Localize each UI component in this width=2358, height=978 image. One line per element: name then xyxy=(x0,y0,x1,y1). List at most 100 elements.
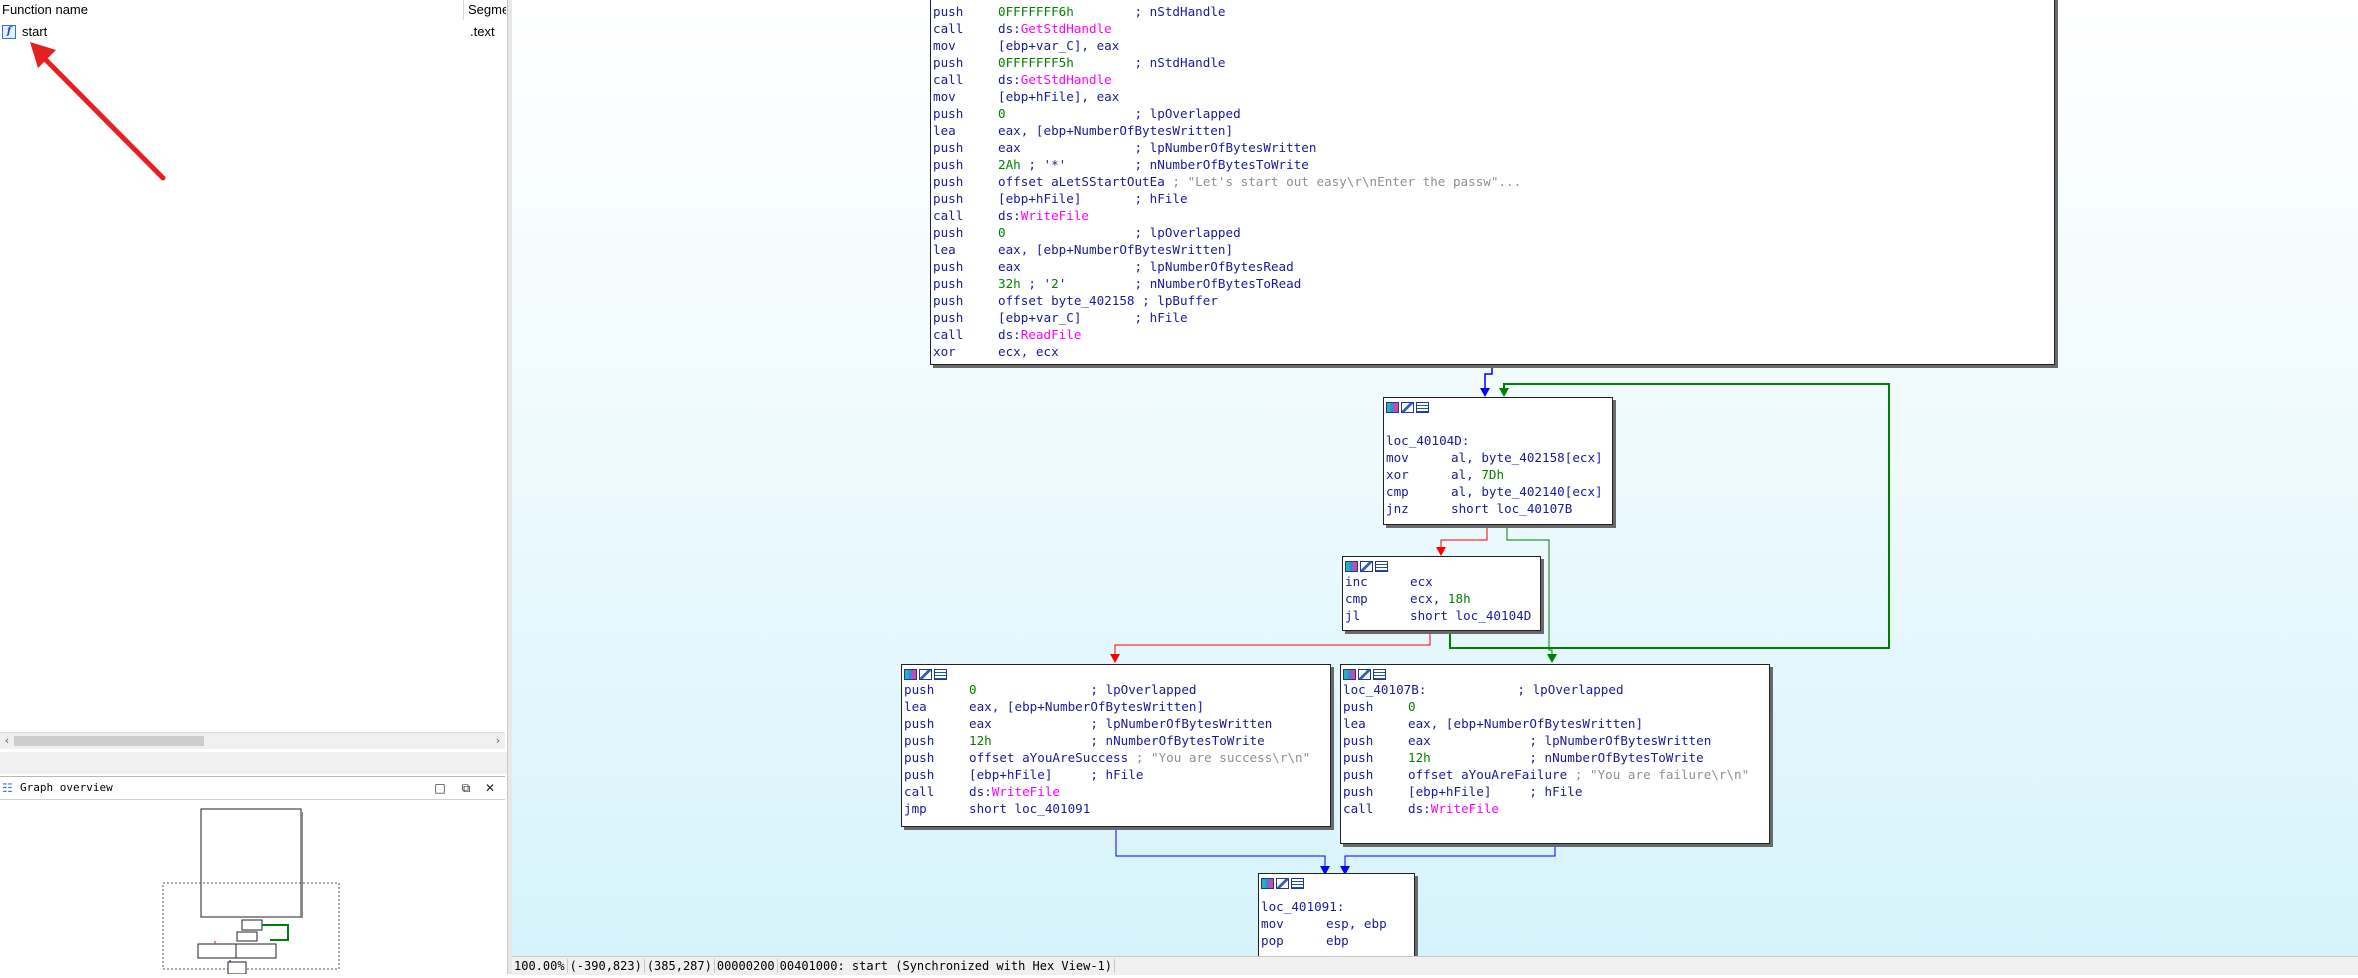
code-block-loc-40104D[interactable]: loc_40104D: mov al, byte_402158[ecx] xor al,… xyxy=(1383,397,1613,525)
asm-line[interactable]: pop ebp xyxy=(1261,932,1414,949)
asm-line[interactable]: push eax ; lpNumberOfBytesWritten xyxy=(933,139,2054,156)
asm-line[interactable]: jnz short loc_40107B xyxy=(1386,500,1612,517)
asm-line[interactable]: lea eax, [ebp+NumberOfBytesWritten] xyxy=(1343,715,1769,732)
asm-line[interactable]: loc_40107B: ; lpOverlapped xyxy=(1343,681,1769,698)
asm-comment: ; "You are failure\r\n" xyxy=(1574,767,1750,782)
graph-color-icon[interactable] xyxy=(1343,669,1356,680)
asm-line[interactable]: push 0 xyxy=(1343,698,1769,715)
asm-mnemonic: push xyxy=(904,682,935,697)
graph-edit-icon[interactable] xyxy=(1276,878,1289,889)
asm-line[interactable]: push offset aLetSStartOutEa ; "Let's star… xyxy=(933,173,2054,190)
asm-mnemonic: lea xyxy=(933,123,956,138)
asm-operand: ds: xyxy=(1408,801,1431,816)
asm-line[interactable]: xor al, 7Dh xyxy=(1386,466,1612,483)
asm-operand: ecx, 18h xyxy=(1410,591,1471,606)
asm-line[interactable]: jl short loc_40104D xyxy=(1345,607,1540,624)
asm-line[interactable]: push offset aYouAreSuccess ; "You are suc… xyxy=(904,749,1330,766)
scroll-left-icon[interactable]: ‹ xyxy=(0,733,14,749)
asm-line[interactable]: push eax ; lpNumberOfBytesWritten xyxy=(1343,732,1769,749)
column-divider[interactable] xyxy=(463,0,464,20)
edge-loop-to-inc xyxy=(1440,527,1488,550)
asm-line[interactable]: push [ebp+var_C] ; hFile xyxy=(933,309,2054,326)
code-block-loc-401091[interactable]: loc_401091: mov esp, ebp pop ebp xyxy=(1258,873,1415,956)
minimize-icon[interactable]: □ xyxy=(432,780,448,796)
code-block-success[interactable]: push 0 ; lpOverlapped lea eax, [ebp+NumberO… xyxy=(901,664,1331,827)
graph-list-icon[interactable] xyxy=(1291,878,1304,889)
asm-line[interactable]: push offset byte_402158 ; lpBuffer xyxy=(933,292,2054,309)
graph-view[interactable]: push 0FFFFFFF6h ; nStdHandle call ds:GetStd… xyxy=(512,0,2358,956)
asm-line[interactable]: push 0 ; lpOverlapped xyxy=(933,224,2054,241)
asm-operand: eax, [ebp+NumberOfBytesWritten] xyxy=(1408,716,1644,731)
functions-table-header: Function name Segme xyxy=(0,0,507,20)
scrollbar-thumb[interactable] xyxy=(14,736,204,746)
asm-line[interactable]: push [ebp+hFile] ; hFile xyxy=(904,766,1330,783)
float-icon[interactable]: ⧉ xyxy=(458,780,474,796)
graph-color-icon[interactable] xyxy=(904,669,917,680)
code-block-loc-40107B[interactable]: loc_40107B: ; lpOverlapped push 0 lea eax, [… xyxy=(1340,664,1770,844)
asm-comment: ; nStdHandle xyxy=(1134,55,1226,70)
asm-line[interactable]: mov al, byte_402158[ecx] xyxy=(1386,449,1612,466)
asm-line[interactable]: lea eax, [ebp+NumberOfBytesWritten] xyxy=(933,241,2054,258)
asm-line[interactable]: call ds:GetStdHandle xyxy=(933,20,2054,37)
column-header-segment[interactable]: Segme xyxy=(468,2,506,17)
asm-line[interactable]: push 0 ; lpOverlapped xyxy=(933,105,2054,122)
horizontal-scrollbar[interactable]: ‹ › xyxy=(0,732,505,749)
edge-arrow xyxy=(1547,654,1557,663)
graph-color-icon[interactable] xyxy=(1345,561,1358,572)
asm-line[interactable]: call ds:ReadFile xyxy=(933,326,2054,343)
asm-line[interactable]: mov [ebp+var_C], eax xyxy=(933,37,2054,54)
graph-color-icon[interactable] xyxy=(1386,402,1399,413)
asm-line[interactable]: push 2Ah ; '*' ; nNumberOfBytesToWrite xyxy=(933,156,2054,173)
graph-list-icon[interactable] xyxy=(1375,561,1388,572)
asm-line[interactable]: mov esp, ebp xyxy=(1261,915,1414,932)
asm-line[interactable]: call ds:WriteFile xyxy=(933,207,2054,224)
graph-edit-icon[interactable] xyxy=(1360,561,1373,572)
asm-mnemonic: mov xyxy=(933,89,956,104)
graph-list-icon[interactable] xyxy=(1373,669,1386,680)
asm-line[interactable]: jmp short loc_401091 xyxy=(904,800,1330,817)
graph-list-icon[interactable] xyxy=(934,669,947,680)
asm-line[interactable]: lea eax, [ebp+NumberOfBytesWritten] xyxy=(904,698,1330,715)
scroll-right-icon[interactable]: › xyxy=(491,733,505,749)
close-icon[interactable]: ✕ xyxy=(482,780,498,796)
asm-line[interactable]: push 0 ; lpOverlapped xyxy=(904,681,1330,698)
column-header-function-name[interactable]: Function name xyxy=(2,2,88,17)
asm-line[interactable]: push 32h ; '2' ; nNumberOfBytesToRead xyxy=(933,275,2054,292)
graph-edit-icon[interactable] xyxy=(1401,402,1414,413)
asm-line[interactable]: push 0FFFFFFF6h ; nStdHandle xyxy=(933,3,2054,20)
asm-line[interactable]: call ds:WriteFile xyxy=(1343,800,1769,817)
asm-mnemonic: inc xyxy=(1345,574,1368,589)
asm-line[interactable]: call ds:GetStdHandle xyxy=(933,71,2054,88)
asm-line[interactable]: call ds:WriteFile xyxy=(904,783,1330,800)
graph-overview-canvas[interactable] xyxy=(0,800,505,975)
asm-operand: eax xyxy=(1408,733,1431,748)
code-block-start[interactable]: push 0FFFFFFF6h ; nStdHandle call ds:GetStd… xyxy=(930,0,2055,365)
asm-line[interactable]: push eax ; lpNumberOfBytesRead xyxy=(933,258,2054,275)
asm-line[interactable]: push eax ; lpNumberOfBytesWritten xyxy=(904,715,1330,732)
asm-line[interactable]: loc_40104D: xyxy=(1386,432,1612,449)
asm-operand: offset byte_402158 xyxy=(998,293,1135,308)
graph-color-icon[interactable] xyxy=(1261,878,1274,889)
asm-line[interactable]: push 12h ; nNumberOfBytesToWrite xyxy=(1343,749,1769,766)
asm-line[interactable]: lea eax, [ebp+NumberOfBytesWritten] xyxy=(933,122,2054,139)
asm-line[interactable]: xor ecx, ecx xyxy=(933,343,2054,360)
graph-list-icon[interactable] xyxy=(1416,402,1429,413)
asm-line[interactable]: push 0FFFFFFF5h ; nStdHandle xyxy=(933,54,2054,71)
asm-line[interactable]: inc ecx xyxy=(1345,573,1540,590)
asm-line[interactable]: cmp ecx, 18h xyxy=(1345,590,1540,607)
code-block-body: loc_40107B: ; lpOverlapped push 0 lea eax, [… xyxy=(1341,679,1769,817)
edge-block1-to-loop xyxy=(1484,364,1493,392)
code-block-inc-ecx[interactable]: inc ecx cmp ecx, 18h jl short loc_40104D xyxy=(1342,556,1541,631)
asm-line[interactable]: push [ebp+hFile] ; hFile xyxy=(1343,783,1769,800)
asm-line[interactable]: push 12h ; nNumberOfBytesToWrite xyxy=(904,732,1330,749)
graph-edit-icon[interactable] xyxy=(1358,669,1371,680)
panel-splitter[interactable] xyxy=(0,752,507,774)
asm-line[interactable]: cmp al, byte_402140[ecx] xyxy=(1386,483,1612,500)
graph-icon: ☷ xyxy=(2,781,13,795)
asm-line[interactable]: push offset aYouAreFailure ; "You are fai… xyxy=(1343,766,1769,783)
asm-line[interactable]: mov [ebp+hFile], eax xyxy=(933,88,2054,105)
function-row-start[interactable]: f start .text xyxy=(0,22,507,42)
asm-line[interactable]: push [ebp+hFile] ; hFile xyxy=(933,190,2054,207)
asm-line[interactable]: loc_401091: xyxy=(1261,898,1414,915)
graph-edit-icon[interactable] xyxy=(919,669,932,680)
